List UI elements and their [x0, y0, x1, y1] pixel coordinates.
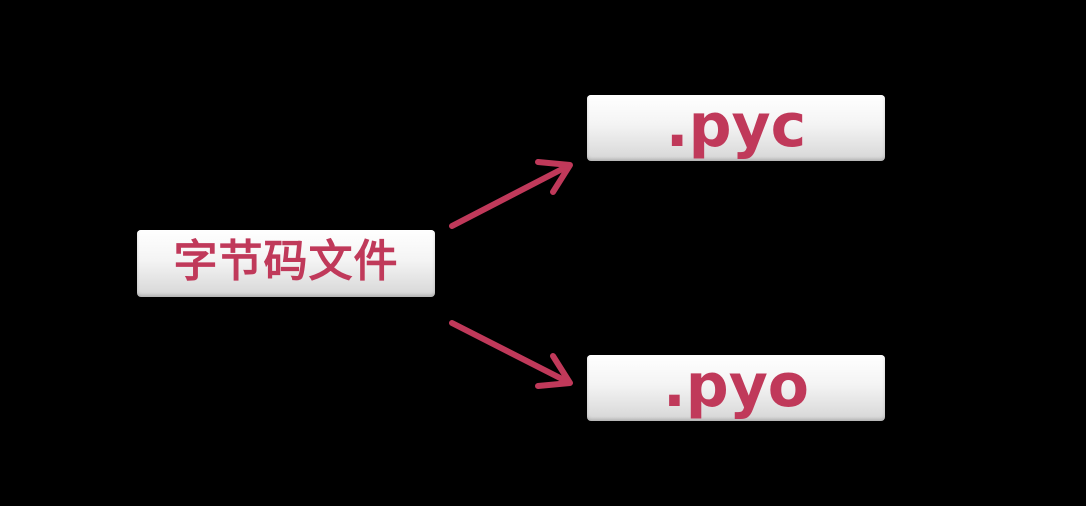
arrow-to-pyc: [449, 159, 573, 229]
pyc-label: .pyc: [665, 91, 807, 161]
diagram-canvas: 字节码文件 .pyc .pyo: [0, 0, 1086, 506]
arrow-to-pyo: [449, 320, 573, 389]
pyo-label: .pyo: [662, 351, 810, 421]
bytecode-file-label: 字节码文件: [173, 235, 399, 287]
bytecode-file-node: 字节码文件: [137, 230, 435, 297]
pyo-node: .pyo: [587, 355, 885, 421]
pyc-node: .pyc: [587, 95, 885, 161]
